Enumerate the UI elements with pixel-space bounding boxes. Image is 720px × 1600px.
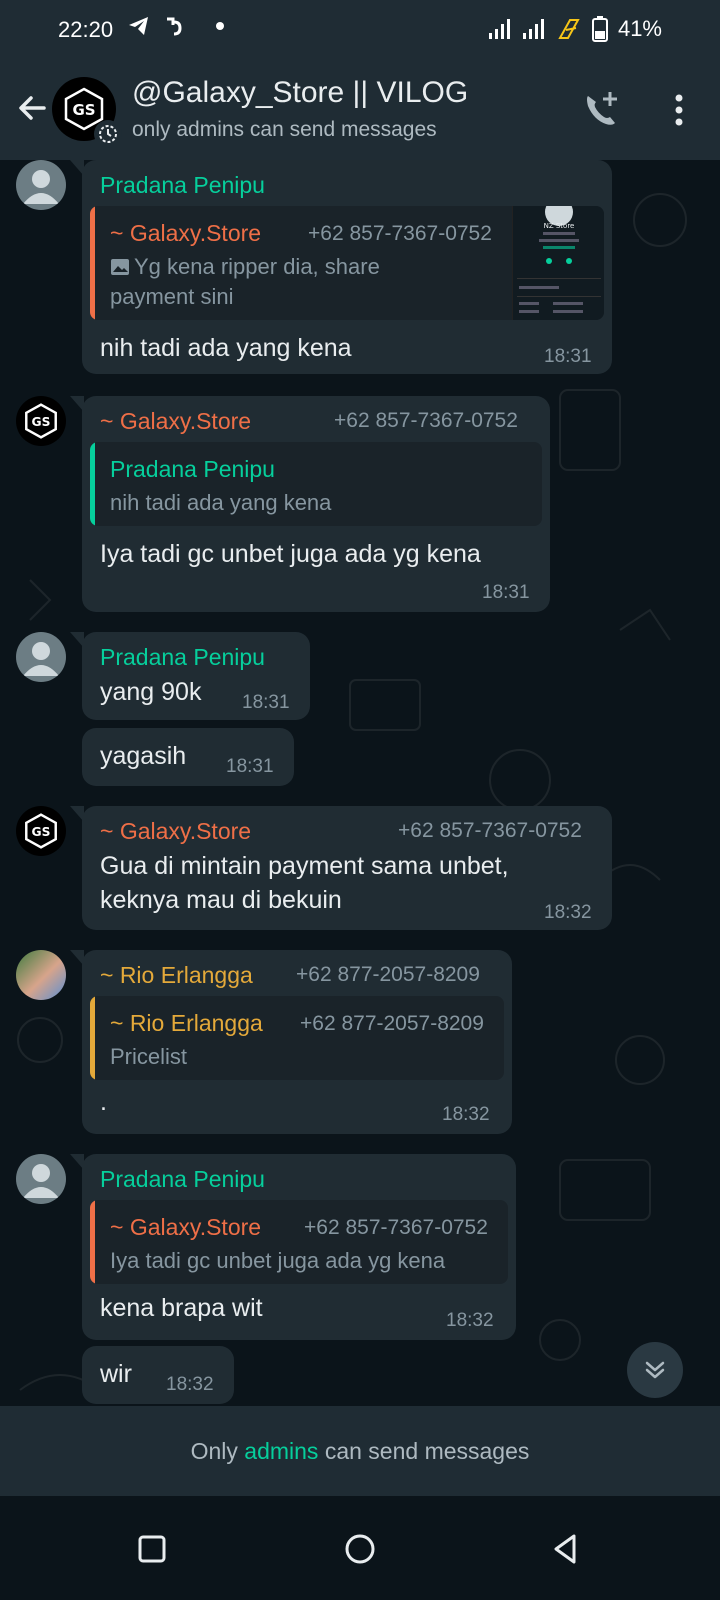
quote-phone: +62 857-7367-0752 — [308, 222, 492, 245]
message-bubble[interactable]: Pradana Penipu ~ Galaxy.Store +62 857-73… — [70, 1154, 516, 1340]
message-list[interactable]: Pradana Penipu ~ Galaxy.Store +62 857-73… — [0, 160, 720, 1436]
battery-level: 41% — [617, 16, 662, 41]
battery-icon — [591, 16, 608, 42]
message-bubble[interactable]: ~ Rio Erlangga +62 877-2057-8209 ~ Rio E… — [70, 950, 512, 1134]
signal-icon — [488, 19, 510, 39]
rio-erlangga-avatar[interactable] — [16, 950, 66, 1000]
message-text: . — [100, 1088, 107, 1116]
message-time: 18:32 — [166, 1374, 214, 1395]
message-bubble[interactable]: Pradana Penipu ~ Galaxy.Store +62 857-73… — [70, 160, 612, 374]
message-time: 18:32 — [446, 1310, 494, 1331]
message-text: nih tadi ada yang kena — [100, 334, 352, 362]
sender-phone: +62 857-7367-0752 — [398, 819, 582, 842]
message-bubble[interactable]: ~ Galaxy.Store +62 857-7367-0752 Pradana… — [70, 396, 550, 612]
chat-subtitle[interactable]: only admins can send messages — [132, 118, 437, 142]
quote-text-line: Yg kena ripper dia, share — [134, 254, 380, 279]
default-avatar-icon[interactable] — [16, 632, 66, 682]
disappearing-timer-icon — [94, 120, 122, 148]
message-bubble[interactable]: yagasih 18:31 — [82, 728, 294, 786]
more-options-icon[interactable] — [664, 90, 694, 130]
svg-text:GS: GS — [72, 101, 95, 119]
notice-text: can send messages — [318, 1438, 530, 1464]
signal-icon — [522, 19, 544, 39]
admins-link[interactable]: admins — [244, 1438, 318, 1464]
image-icon — [111, 259, 129, 275]
quote-phone: +62 877-2057-8209 — [300, 1012, 484, 1035]
message-time: 18:32 — [544, 902, 592, 923]
sender-name[interactable]: Pradana Penipu — [100, 172, 265, 199]
sender-phone: +62 877-2057-8209 — [296, 963, 480, 986]
notice-text: Only — [190, 1438, 245, 1464]
status-time: 22:20 — [58, 17, 114, 42]
quoted-message[interactable]: ~ Galaxy.Store +62 857-7367-0752 Yg kena… — [90, 206, 604, 320]
double-chevron-down-icon — [645, 1361, 665, 1379]
message-time: 18:31 — [242, 692, 290, 713]
telegram-icon — [129, 17, 148, 35]
quote-text-line: payment sini — [110, 284, 234, 309]
thumbnail-title: NZ Store — [544, 222, 575, 230]
scroll-to-bottom-button[interactable] — [627, 1342, 683, 1398]
sender-phone: +62 857-7367-0752 — [334, 409, 518, 432]
quote-text: nih tadi ada yang kena — [110, 490, 332, 515]
default-avatar-icon[interactable] — [16, 160, 66, 210]
message-text: kena brapa wit — [100, 1294, 263, 1322]
add-call-icon[interactable] — [580, 88, 624, 132]
recents-icon[interactable] — [134, 1531, 170, 1567]
message-text: yang 90k — [100, 678, 202, 706]
chat-header: GS @Galaxy_Store || VILOG only admins ca… — [0, 60, 720, 160]
quoted-message[interactable]: ~ Galaxy.Store +62 857-7367-0752 Iya tad… — [90, 1200, 508, 1284]
message-text: wir — [100, 1360, 132, 1388]
svg-text:GS: GS — [32, 415, 51, 429]
sender-name[interactable]: Pradana Penipu — [100, 644, 265, 671]
quote-sender: ~ Galaxy.Store — [110, 220, 262, 246]
quote-text: Iya tadi gc unbet juga ada yg kena — [110, 1248, 446, 1273]
message-time: 18:31 — [226, 756, 274, 777]
back-arrow-icon[interactable] — [14, 90, 50, 126]
sender-name[interactable]: ~ Galaxy.Store — [100, 818, 251, 845]
message-time: 18:31 — [482, 582, 530, 603]
sender-name[interactable]: Pradana Penipu — [100, 1166, 265, 1193]
quote-sender: ~ Rio Erlangga — [110, 1010, 263, 1036]
charging-icon — [558, 19, 580, 39]
chat-title[interactable]: @Galaxy_Store || VILOG — [132, 76, 468, 110]
quote-bar — [90, 1200, 95, 1284]
quote-text: Pricelist — [110, 1044, 188, 1069]
message-time: 18:32 — [442, 1104, 490, 1125]
galaxy-store-avatar[interactable]: GS — [16, 806, 66, 856]
message-text: Iya tadi gc unbet juga ada yg kena — [100, 540, 481, 568]
quote-bar — [90, 442, 95, 526]
dot-icon — [216, 22, 224, 30]
back-icon[interactable] — [548, 1531, 584, 1567]
message-text: yagasih — [100, 742, 187, 770]
message-bubble[interactable]: wir 18:32 — [82, 1346, 234, 1404]
quote-sender: ~ Galaxy.Store — [110, 1214, 262, 1240]
message-bubble[interactable]: ~ Galaxy.Store +62 857-7367-0752 Gua di … — [70, 806, 612, 930]
sender-name[interactable]: ~ Rio Erlangga — [100, 962, 253, 989]
svg-text:GS: GS — [32, 825, 51, 839]
status-bar: 22:20 41% — [0, 0, 720, 60]
galaxy-store-avatar[interactable]: GS — [16, 396, 66, 446]
quote-sender: Pradana Penipu — [110, 456, 275, 482]
home-icon[interactable] — [342, 1531, 378, 1567]
admins-only-notice: Only admins can send messages — [0, 1406, 720, 1496]
message-time: 18:31 — [544, 346, 592, 367]
sender-name[interactable]: ~ Galaxy.Store — [100, 408, 251, 435]
app-icon — [167, 17, 182, 36]
default-avatar-icon[interactable] — [16, 1154, 66, 1204]
quote-thumbnail: NZ Store — [512, 206, 604, 320]
quoted-message[interactable]: Pradana Penipu nih tadi ada yang kena — [90, 442, 542, 526]
quoted-message[interactable]: ~ Rio Erlangga +62 877-2057-8209 Priceli… — [90, 996, 504, 1080]
quote-bar — [90, 996, 95, 1080]
message-text-line: Gua di mintain payment sama unbet, — [100, 852, 509, 880]
quote-bar — [90, 206, 95, 320]
system-nav-bar — [0, 1496, 720, 1600]
quote-phone: +62 857-7367-0752 — [304, 1216, 488, 1239]
message-bubble[interactable]: Pradana Penipu yang 90k 18:31 — [70, 632, 310, 720]
message-text-line: keknya mau di bekuin — [100, 886, 342, 914]
